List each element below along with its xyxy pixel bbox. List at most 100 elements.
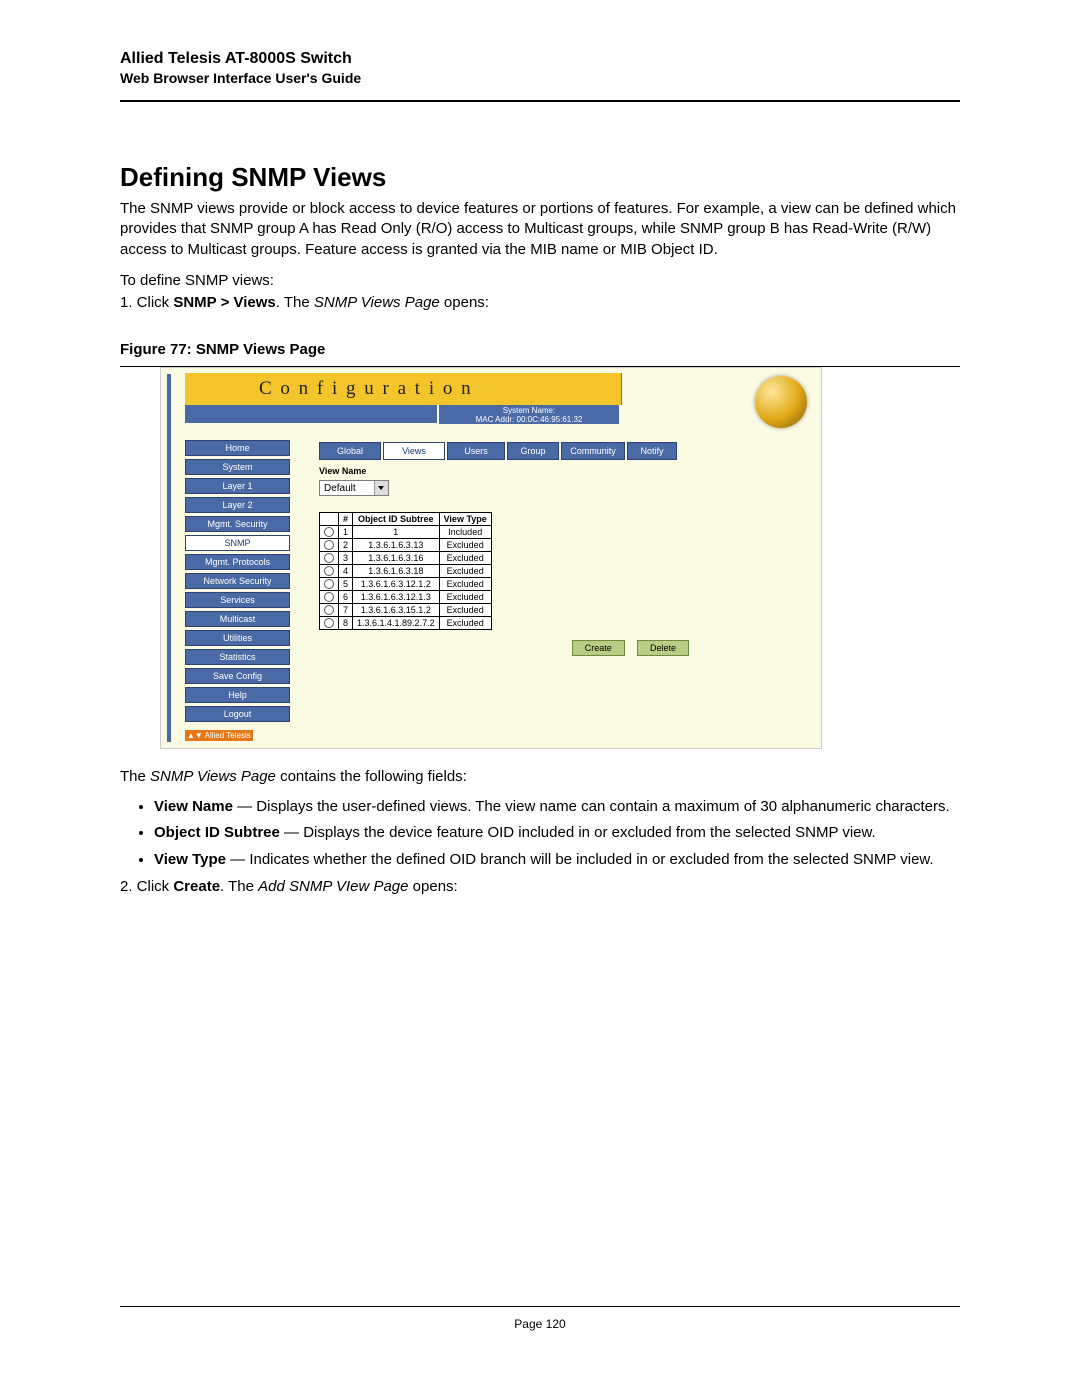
row-radio[interactable] [320,578,339,591]
footer-rule [120,1306,960,1307]
nav-item-services[interactable]: Services [185,592,290,608]
page-header: Allied Telesis AT-8000S Switch Web Brows… [120,50,960,102]
config-banner: C o n f i g u r a t i o n [185,373,622,405]
row-num: 7 [339,604,353,617]
snmp-views-screenshot: C o n f i g u r a t i o n System Name: M… [160,367,822,749]
row-num: 2 [339,539,353,552]
document-page: Allied Telesis AT-8000S Switch Web Brows… [0,0,1080,1397]
step2-bold: Create [173,878,220,895]
nav-item-layer-2[interactable]: Layer 2 [185,497,290,513]
step2-page-name: Add SNMP VIew Page [258,878,408,895]
table-row: 21.3.6.1.6.3.13Excluded [320,539,492,552]
row-viewtype: Excluded [439,604,491,617]
doc-title: Allied Telesis AT-8000S Switch [120,50,960,68]
main-panel: GlobalViewsUsersGroupCommunityNotify Vie… [319,442,719,657]
system-info: System Name: MAC Addr: 00:0C:46:95:61:32 [439,405,619,424]
nav-item-network-security[interactable]: Network Security [185,573,290,589]
tab-users[interactable]: Users [447,442,505,460]
row-num: 5 [339,578,353,591]
row-num: 3 [339,552,353,565]
copyright-text: Copyright © 2006 Allied Telesis Inc. All… [185,748,290,749]
section-heading: Defining SNMP Views [120,162,960,193]
row-radio[interactable] [320,539,339,552]
left-nav: Home System Layer 1 Layer 2 Mgmt. Security SN… [185,440,290,749]
row-oid: 1.3.6.1.4.1.89.2.7.2 [353,617,440,630]
table-row: 81.3.6.1.4.1.89.2.7.2Excluded [320,617,492,630]
row-viewtype: Excluded [439,539,491,552]
row-radio[interactable] [320,591,339,604]
view-name-value: Default [320,483,374,494]
row-oid: 1.3.6.1.6.3.13 [353,539,440,552]
left-accent-bar [167,374,171,742]
table-row: 41.3.6.1.6.3.18Excluded [320,565,492,578]
tab-notify[interactable]: Notify [627,442,677,460]
row-num: 1 [339,526,353,539]
col-viewtype: View Type [439,513,491,526]
row-radio[interactable] [320,617,339,630]
nav-item-mgmt-protocols[interactable]: Mgmt. Protocols [185,554,290,570]
row-oid: 1.3.6.1.6.3.18 [353,565,440,578]
row-radio[interactable] [320,565,339,578]
snmp-views-table: # Object ID Subtree View Type 11Included… [319,512,492,630]
row-radio[interactable] [320,604,339,617]
view-name-select[interactable]: Default [319,480,389,496]
nav-item-statistics[interactable]: Statistics [185,649,290,665]
row-viewtype: Excluded [439,617,491,630]
row-radio[interactable] [320,552,339,565]
nav-item-layer-1[interactable]: Layer 1 [185,478,290,494]
dropdown-icon[interactable] [374,481,388,495]
table-row: 11Included [320,526,492,539]
row-viewtype: Excluded [439,578,491,591]
row-oid: 1.3.6.1.6.3.12.1.3 [353,591,440,604]
col-num: # [339,513,353,526]
nav-item-utilities[interactable]: Utilities [185,630,290,646]
row-num: 4 [339,565,353,578]
nav-item-multicast[interactable]: Multicast [185,611,290,627]
row-viewtype: Excluded [439,591,491,604]
action-buttons: Create Delete [319,638,719,656]
tab-views[interactable]: Views [383,442,445,460]
row-oid: 1 [353,526,440,539]
nav-item-save-config[interactable]: Save Config [185,668,290,684]
doc-subtitle: Web Browser Interface User's Guide [120,70,960,86]
globe-icon [755,376,807,428]
row-num: 6 [339,591,353,604]
tab-global[interactable]: Global [319,442,381,460]
tab-group[interactable]: Group [507,442,559,460]
fields-intro: The SNMP Views Page contains the followi… [120,767,960,787]
intro-paragraph: The SNMP views provide or block access t… [120,199,960,260]
nav-item-system[interactable]: System [185,459,290,475]
row-viewtype: Excluded [439,552,491,565]
table-row: 61.3.6.1.6.3.12.1.3Excluded [320,591,492,604]
steps-block: To define SNMP views: 1. Click SNMP > Vi… [120,270,960,315]
table-row: 51.3.6.1.6.3.12.1.2Excluded [320,578,492,591]
step-1: 1. Click SNMP > Views. The SNMP Views Pa… [120,292,960,315]
create-button[interactable]: Create [572,640,625,656]
field-item: Object ID Subtree — Displays the device … [154,823,960,843]
table-row: 71.3.6.1.6.3.15.1.2Excluded [320,604,492,617]
col-oid: Object ID Subtree [353,513,440,526]
tab-community[interactable]: Community [561,442,625,460]
nav-item-home[interactable]: Home [185,440,290,456]
page-footer: Page 120 [120,1298,960,1331]
row-oid: 1.3.6.1.6.3.15.1.2 [353,604,440,617]
delete-button[interactable]: Delete [637,640,689,656]
table-row: 31.3.6.1.6.3.16Excluded [320,552,492,565]
step-2: 2. Click Create. The Add SNMP VIew Page … [120,876,960,899]
banner-blue-strip [185,405,437,423]
row-oid: 1.3.6.1.6.3.12.1.2 [353,578,440,591]
nav-item-snmp[interactable]: SNMP [185,535,290,551]
figure-caption: Figure 77: SNMP Views Page [120,341,960,358]
row-num: 8 [339,617,353,630]
nav-item-logout[interactable]: Logout [185,706,290,722]
row-radio[interactable] [320,526,339,539]
field-item: View Name — Displays the user-defined vi… [154,797,960,817]
header-rule [120,100,960,102]
pre-steps-text: To define SNMP views: [120,270,960,293]
nav-item-help[interactable]: Help [185,687,290,703]
row-oid: 1.3.6.1.6.3.16 [353,552,440,565]
step1-path: SNMP > Views [173,294,275,311]
step1-page-name: SNMP Views Page [314,294,440,311]
nav-item-mgmt-security[interactable]: Mgmt. Security [185,516,290,532]
row-viewtype: Included [439,526,491,539]
